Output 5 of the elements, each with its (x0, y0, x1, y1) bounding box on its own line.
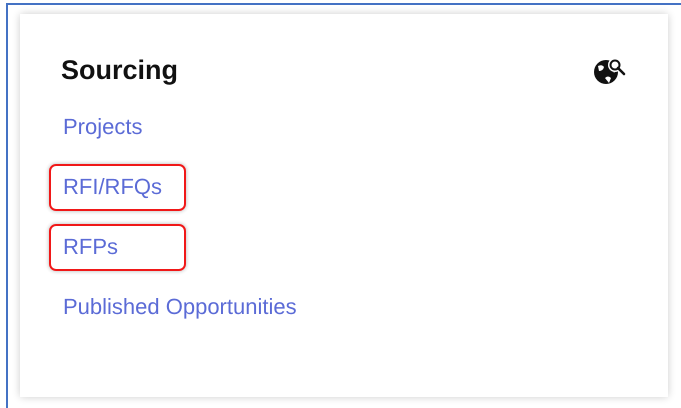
link[interactable]: Projects (49, 104, 186, 151)
highlighted-link[interactable]: RFPs (49, 224, 186, 271)
card-title: Sourcing (61, 54, 178, 86)
highlighted-link[interactable]: RFI/RFQs (49, 164, 186, 211)
link[interactable]: Published Opportunities (49, 284, 311, 331)
